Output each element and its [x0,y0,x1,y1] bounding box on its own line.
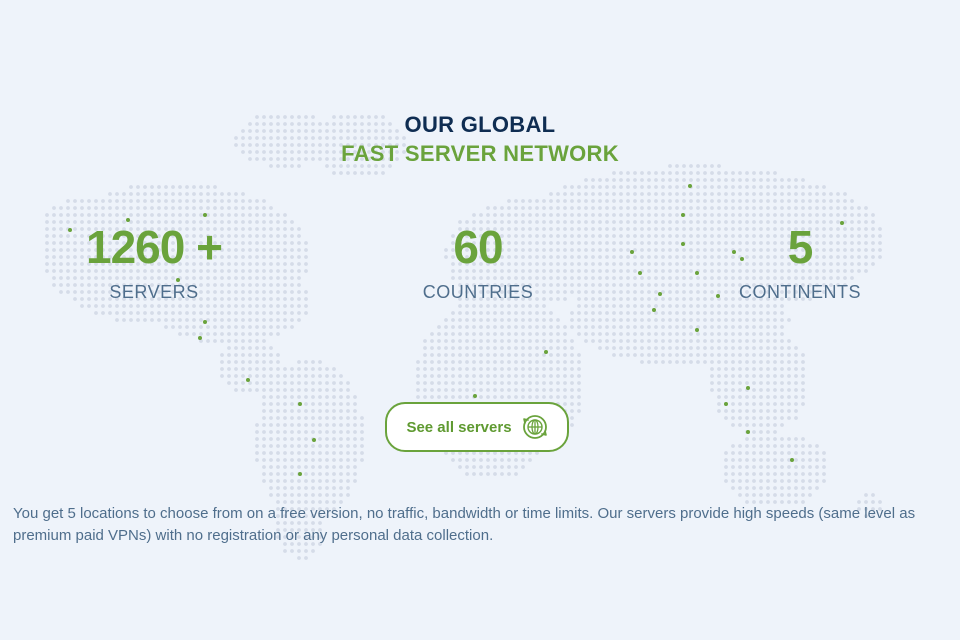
heading-line-2: FAST SERVER NETWORK [341,141,619,166]
countries-label: COUNTRIES [422,282,534,302]
continents-label: CONTINENTS [739,282,861,302]
section-heading: OUR GLOBAL FAST SERVER NETWORK [0,110,960,168]
see-all-servers-label: See all servers [406,418,512,436]
countries-count: 60 [453,221,503,273]
stat-continents: 5 CONTINENTS [690,222,910,303]
servers-label: SERVERS [109,282,199,302]
stat-countries: 60 COUNTRIES [368,222,588,303]
globe-icon [522,415,547,439]
heading-line-1: OUR GLOBAL [404,112,556,137]
continents-count: 5 [787,221,814,273]
server-network-section: OUR GLOBAL FAST SERVER NETWORK 1260 + SE… [0,0,960,640]
stat-servers: 1260 + SERVERS [44,222,264,303]
network-description: You get 5 locations to choose from on a … [13,505,916,544]
see-all-servers-button[interactable]: See all servers [385,402,569,452]
servers-count: 1260 + [86,221,223,273]
